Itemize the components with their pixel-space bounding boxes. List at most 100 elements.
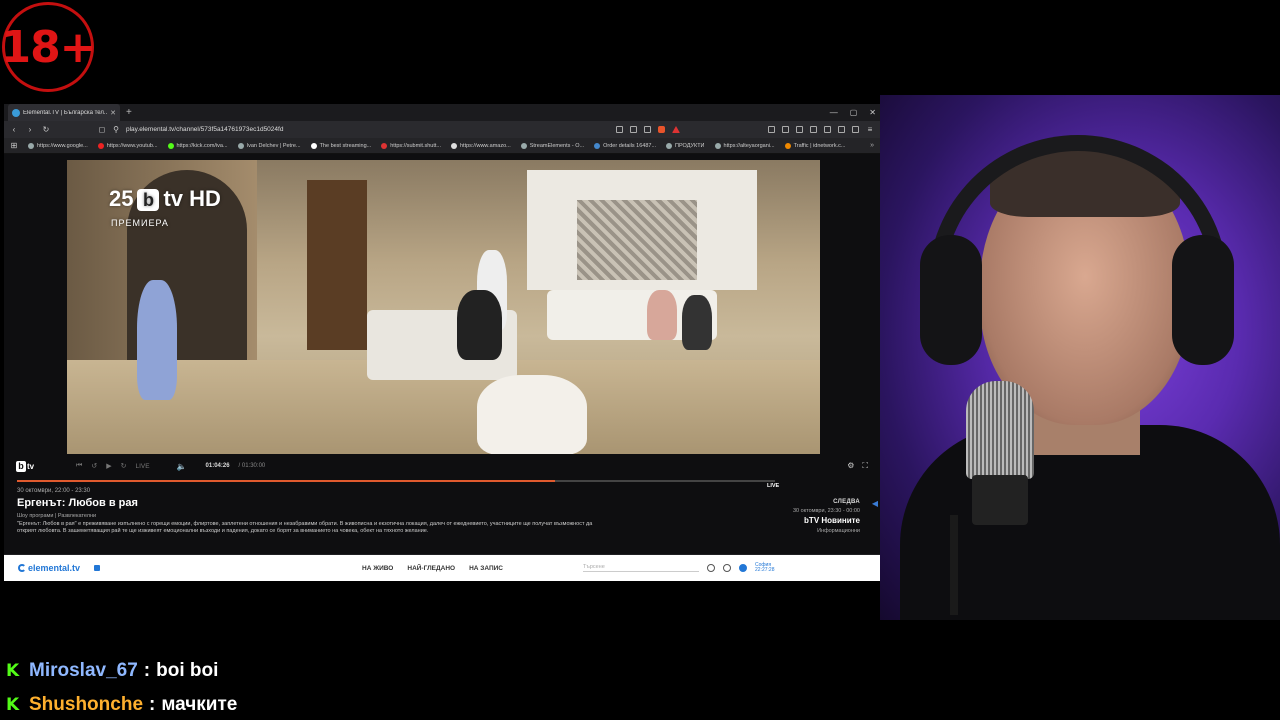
webcam-scene bbox=[950, 515, 958, 615]
apps-icon[interactable]: ⊞ bbox=[10, 141, 18, 150]
address-bar: ‹ › ↻ ◻ ⚲ play.elemental.tv/channel/573f… bbox=[4, 121, 880, 138]
nav-most-watched[interactable]: НАЙ-ГЛЕДАНО bbox=[407, 565, 455, 572]
chat-message: K Miroslav_67 : boi boi bbox=[6, 654, 237, 688]
fullscreen-icon[interactable]: ⛶ bbox=[862, 461, 868, 471]
search-input[interactable]: Търсене bbox=[583, 564, 700, 572]
help-icon[interactable] bbox=[723, 564, 732, 572]
new-tab-icon[interactable]: + bbox=[126, 107, 132, 118]
bookmark-item[interactable]: StreamElements - O... bbox=[520, 142, 584, 149]
site-header: elemental.tv НА ЖИВО НАЙ-ГЛЕДАНО НА ЗАПИ… bbox=[4, 555, 880, 581]
back-icon[interactable]: ‹ bbox=[10, 125, 18, 134]
video-scene bbox=[457, 290, 502, 360]
nav-recorded[interactable]: НА ЗАПИС bbox=[469, 565, 503, 572]
bookmark-item[interactable]: https://www.amazo... bbox=[450, 142, 511, 149]
translate-icon[interactable] bbox=[630, 126, 637, 133]
brave-rewards-icon[interactable] bbox=[672, 126, 680, 133]
bookmark-item[interactable]: Ivan Delchev | Petre... bbox=[237, 142, 301, 149]
wallet-icon[interactable] bbox=[824, 126, 831, 133]
maximize-icon[interactable]: ▢ bbox=[850, 108, 858, 117]
url-text: play.elemental.tv/channel/573f5a14761973… bbox=[126, 126, 284, 133]
kick-icon bbox=[167, 142, 174, 149]
close-window-icon[interactable]: ✕ bbox=[869, 108, 876, 117]
profile-icon[interactable] bbox=[852, 126, 859, 133]
bookmark-icon[interactable]: ◻ bbox=[98, 125, 106, 134]
close-tab-icon[interactable]: ✕ bbox=[110, 109, 116, 117]
next-arrow-icon[interactable]: ◀ bbox=[872, 499, 878, 508]
video-scene bbox=[137, 280, 177, 400]
search-icon[interactable] bbox=[707, 564, 716, 572]
next-program[interactable]: СЛЕДВА 30 октомври, 23:30 - 00:00 bTV Но… bbox=[793, 499, 860, 534]
reading-list-icon[interactable] bbox=[782, 126, 789, 133]
live-button[interactable]: LIVE bbox=[135, 463, 149, 470]
skip-start-icon[interactable]: ⏮ bbox=[76, 462, 82, 470]
bookmark-item[interactable]: https://alteyaorgani... bbox=[714, 142, 775, 149]
screenshot-icon[interactable] bbox=[810, 126, 817, 133]
channel-logo-mark: b bbox=[137, 189, 160, 211]
play-icon[interactable]: ▶ bbox=[106, 462, 111, 470]
tab-title: Elemental.TV | Българска тел... bbox=[23, 109, 108, 116]
bookmark-item[interactable]: https://submit.shutt... bbox=[381, 142, 441, 149]
vpn-icon[interactable] bbox=[838, 126, 845, 133]
program-genre: Шоу програми | Развлекателни bbox=[17, 513, 97, 519]
next-date: 30 октомври, 23:30 - 00:00 bbox=[793, 508, 860, 514]
bookmark-item[interactable]: https://www.youtub... bbox=[97, 142, 158, 149]
program-info: 30 октомври, 22:00 - 23:30 Ергенът: Любо… bbox=[17, 488, 617, 536]
site-icon bbox=[714, 142, 721, 149]
amazon-icon bbox=[450, 142, 457, 149]
share-icon[interactable] bbox=[644, 126, 651, 133]
address-bar-icons bbox=[616, 126, 680, 133]
minimize-icon[interactable]: — bbox=[830, 108, 838, 117]
chat-message: K Shushonche : мачките bbox=[6, 688, 237, 720]
sidebar-icon[interactable] bbox=[796, 126, 803, 133]
chat-text: boi boi bbox=[156, 660, 219, 681]
brave-shields-icon[interactable] bbox=[658, 126, 665, 133]
video-scene bbox=[577, 200, 697, 280]
traffic-icon bbox=[784, 142, 791, 149]
forward-icon[interactable]: › bbox=[26, 125, 34, 134]
site-info-icon[interactable]: ⚲ bbox=[112, 125, 120, 134]
toolbar-icons: ≡ bbox=[768, 125, 874, 134]
playback-controls: ⏮ ↺ ▶ ↻ LIVE 🔈 01:04:26 / 01:30:00 bbox=[76, 462, 265, 471]
bookmark-item[interactable]: https://kick.com/iva... bbox=[167, 142, 228, 149]
bookmark-item[interactable]: Traffic | idnetwork.c... bbox=[784, 142, 845, 149]
bookmark-item[interactable]: ПРОДУКТИ bbox=[666, 142, 705, 149]
browser-tab[interactable]: Elemental.TV | Българска тел... ✕ bbox=[8, 104, 120, 121]
nav-live[interactable]: НА ЖИВО bbox=[362, 565, 393, 572]
kick-icon: K bbox=[6, 695, 20, 715]
cast-icon[interactable] bbox=[616, 126, 623, 133]
menu-icon[interactable]: ≡ bbox=[866, 125, 874, 134]
bookmark-item[interactable]: https://www.google... bbox=[28, 142, 88, 149]
site-nav: НА ЖИВО НАЙ-ГЛЕДАНО НА ЗАПИС bbox=[362, 565, 503, 572]
player-right-controls: ⚙ ⛶ bbox=[847, 461, 868, 471]
elemental-logo-icon bbox=[18, 564, 26, 572]
tab-bar: Elemental.TV | Българска тел... ✕ + — ▢ … bbox=[4, 104, 880, 121]
program-title: Ергенът: Любов в рая bbox=[17, 497, 138, 509]
webcam-scene bbox=[920, 235, 982, 365]
avatar-icon[interactable] bbox=[739, 564, 748, 572]
forward-icon[interactable]: ↻ bbox=[121, 462, 127, 470]
bookmark-item[interactable]: The best streaming... bbox=[310, 142, 371, 149]
elemental-logo[interactable]: elemental.tv bbox=[18, 563, 80, 573]
rewind-icon[interactable]: ↺ bbox=[91, 462, 97, 470]
url-field[interactable]: ◻ ⚲ play.elemental.tv/channel/573f5a1476… bbox=[58, 123, 608, 136]
video-scene bbox=[307, 180, 367, 350]
extensions-icon[interactable] bbox=[768, 126, 775, 133]
chat-text: мачките bbox=[161, 694, 238, 715]
user-time: 22:27:28 bbox=[755, 567, 775, 573]
player-controls: b tv ⏮ ↺ ▶ ↻ LIVE 🔈 01:04:26 / 01:30:00 ⚙… bbox=[4, 454, 880, 478]
more-bookmarks-icon[interactable]: » bbox=[870, 142, 874, 149]
reload-icon[interactable]: ↻ bbox=[42, 125, 50, 134]
duration: / 01:30:00 bbox=[238, 463, 266, 469]
video-frame[interactable]: 25 b tv HD ПРЕМИЕРА bbox=[67, 160, 820, 454]
chat-separator: : bbox=[143, 660, 151, 681]
kick-icon: K bbox=[6, 661, 20, 681]
browser-window: Elemental.TV | Българска тел... ✕ + — ▢ … bbox=[4, 104, 880, 581]
lock-icon[interactable] bbox=[94, 565, 101, 571]
bookmarks-bar: ⊞ https://www.google... https://www.yout… bbox=[4, 138, 880, 154]
progress-bar[interactable] bbox=[17, 480, 775, 482]
progress-fill bbox=[17, 480, 556, 482]
bookmark-item[interactable]: Order details 16487... bbox=[594, 142, 656, 149]
settings-icon[interactable]: ⚙ bbox=[847, 461, 854, 471]
volume-icon[interactable]: 🔈 bbox=[177, 462, 187, 471]
shutterstock-icon bbox=[381, 142, 388, 149]
